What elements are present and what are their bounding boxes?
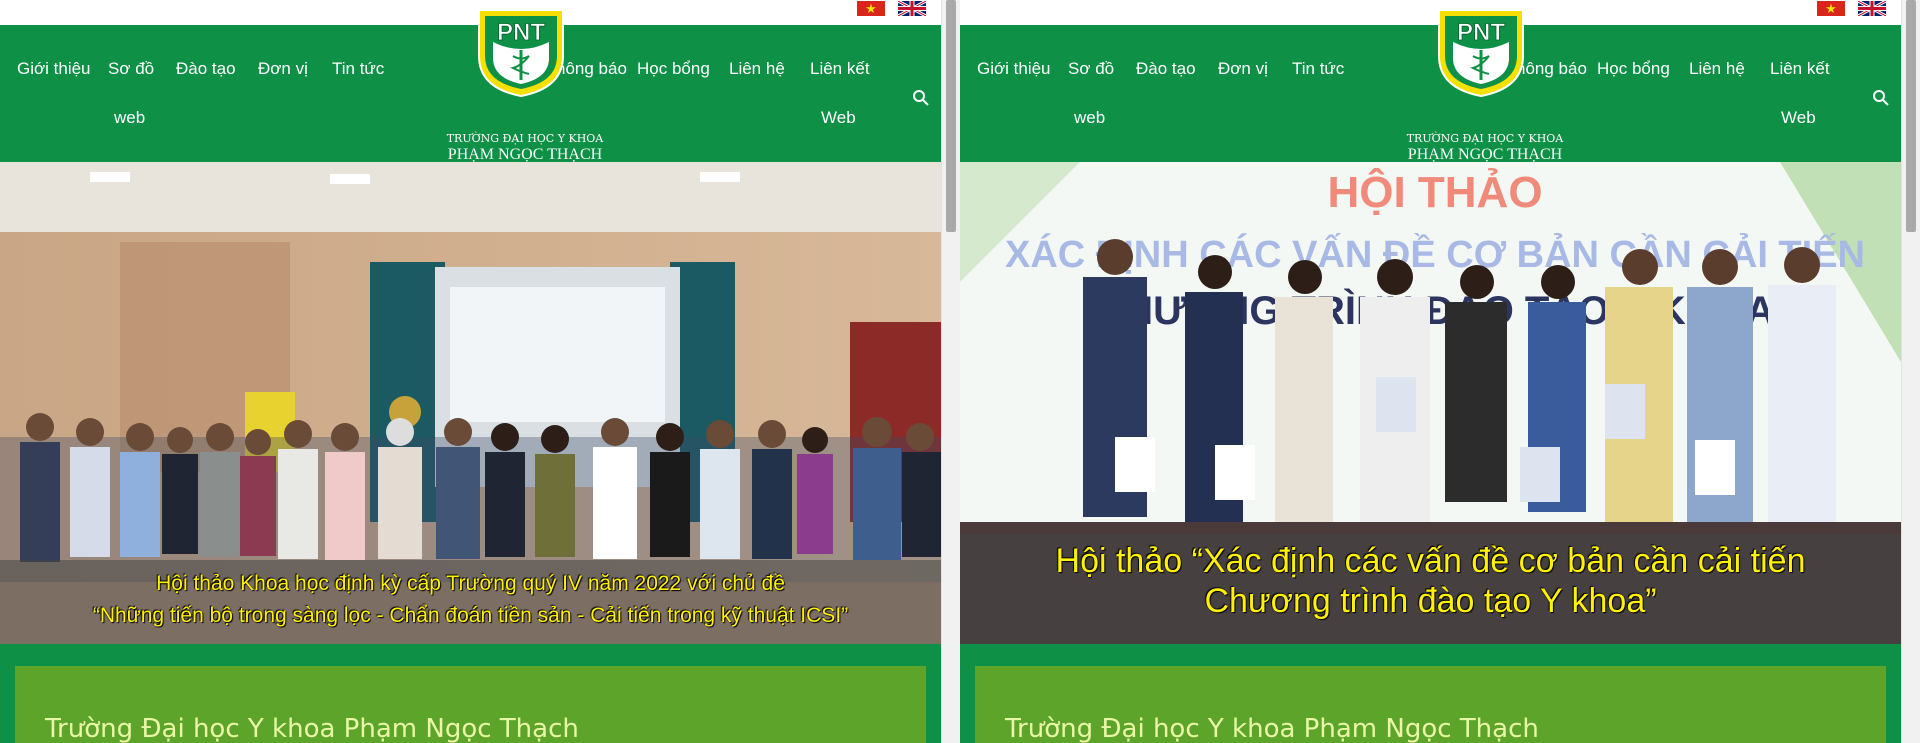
hero-caption-line-1: Hội thảo “Xác định các vấn đề cơ bản cần… [1055, 542, 1806, 580]
nav-so-do[interactable]: Sơ đồ [108, 59, 154, 79]
hero-photo-slide[interactable]: Hội thảo Khoa học định kỳ cấp Trường quý… [0, 162, 941, 644]
nav-hoc-bong[interactable]: Học bổng [637, 59, 710, 79]
nav-don-vi[interactable]: Đơn vị [258, 59, 308, 79]
language-bar: ★ [0, 0, 941, 25]
scrollbar-thumb[interactable] [946, 0, 956, 232]
pnt-logo[interactable]: PNT [475, 6, 567, 98]
nav-lien-he[interactable]: Liên hệ [729, 59, 785, 79]
school-name-small: TRƯỜNG ĐẠI HỌC Y KHOA [1406, 132, 1564, 145]
nav-dao-tao[interactable]: Đào tạo [1136, 59, 1196, 79]
vn-flag-icon[interactable]: ★ [857, 1, 885, 16]
browser-pane-left: ★ Giới thiệu Sơ đồ web Đào tạo Đơn vị Ti… [0, 0, 941, 743]
intro-card-title: Trường Đại học Y khoa Phạm Ngọc Thạch [1005, 714, 1539, 743]
scrollbar-left[interactable] [941, 0, 960, 743]
nav-lien-ket-web[interactable]: Web [1781, 108, 1816, 128]
main-navigation: Giới thiệu Sơ đồ web Đào tạo Đơn vị Tin … [0, 25, 941, 163]
pnt-logo[interactable]: PNT [1435, 6, 1527, 98]
main-navigation: Giới thiệu Sơ đồ web Đào tạo Đơn vị Tin … [960, 25, 1901, 163]
vn-flag-icon[interactable]: ★ [1817, 1, 1845, 16]
nav-so-do-web[interactable]: web [1074, 108, 1105, 128]
intro-section: Trường Đại học Y khoa Phạm Ngọc Thạch [960, 644, 1901, 743]
nav-gioi-thieu[interactable]: Giới thiệu [977, 59, 1051, 79]
nav-hoc-bong[interactable]: Học bổng [1597, 59, 1670, 79]
hero-caption-line-2: “Những tiến bộ trong sàng lọc - Chẩn đoá… [92, 604, 849, 627]
scrollbar-right[interactable] [1901, 0, 1920, 743]
nav-dao-tao[interactable]: Đào tạo [176, 59, 236, 79]
nav-lien-ket-web[interactable]: Web [821, 108, 856, 128]
hero-photo-slide[interactable]: HỘI THẢO XÁC ĐỊNH CÁC VẤN ĐỀ CƠ BẢN CẦN … [960, 162, 1901, 644]
hero-caption-line-2: Chương trình đào tạo Y khoa” [1204, 582, 1657, 620]
nav-tin-tuc[interactable]: Tin tức [1292, 59, 1344, 79]
search-icon[interactable] [912, 89, 930, 107]
uk-flag-icon[interactable] [1858, 1, 1886, 16]
intro-card: Trường Đại học Y khoa Phạm Ngọc Thạch [15, 666, 926, 743]
logo-text: PNT [1457, 19, 1505, 46]
search-icon[interactable] [1872, 89, 1890, 107]
intro-card: Trường Đại học Y khoa Phạm Ngọc Thạch [975, 666, 1886, 743]
nav-lien-ket[interactable]: Liên kết [1770, 59, 1830, 79]
intro-section: Trường Đại học Y khoa Phạm Ngọc Thạch [0, 644, 941, 743]
nav-gioi-thieu[interactable]: Giới thiệu [17, 59, 91, 79]
nav-so-do-web[interactable]: web [114, 108, 145, 128]
scrollbar-thumb[interactable] [1906, 0, 1916, 232]
browser-pane-right: ★ Giới thiệu Sơ đồ web Đào tạo Đơn vị Ti… [960, 0, 1901, 743]
nav-so-do[interactable]: Sơ đồ [1068, 59, 1114, 79]
logo-text: PNT [497, 19, 545, 46]
nav-tin-tuc[interactable]: Tin tức [332, 59, 384, 79]
uk-flag-icon[interactable] [898, 1, 926, 16]
nav-lien-ket[interactable]: Liên kết [810, 59, 870, 79]
school-name-small: TRƯỜNG ĐẠI HỌC Y KHOA [446, 132, 604, 145]
intro-card-title: Trường Đại học Y khoa Phạm Ngọc Thạch [45, 714, 579, 743]
slide-title: HỘI THẢO [1327, 166, 1542, 217]
nav-don-vi[interactable]: Đơn vị [1218, 59, 1268, 79]
hero-caption-line-1: Hội thảo Khoa học định kỳ cấp Trường quý… [156, 572, 785, 595]
language-bar: ★ [960, 0, 1901, 25]
nav-lien-he[interactable]: Liên hệ [1689, 59, 1745, 79]
